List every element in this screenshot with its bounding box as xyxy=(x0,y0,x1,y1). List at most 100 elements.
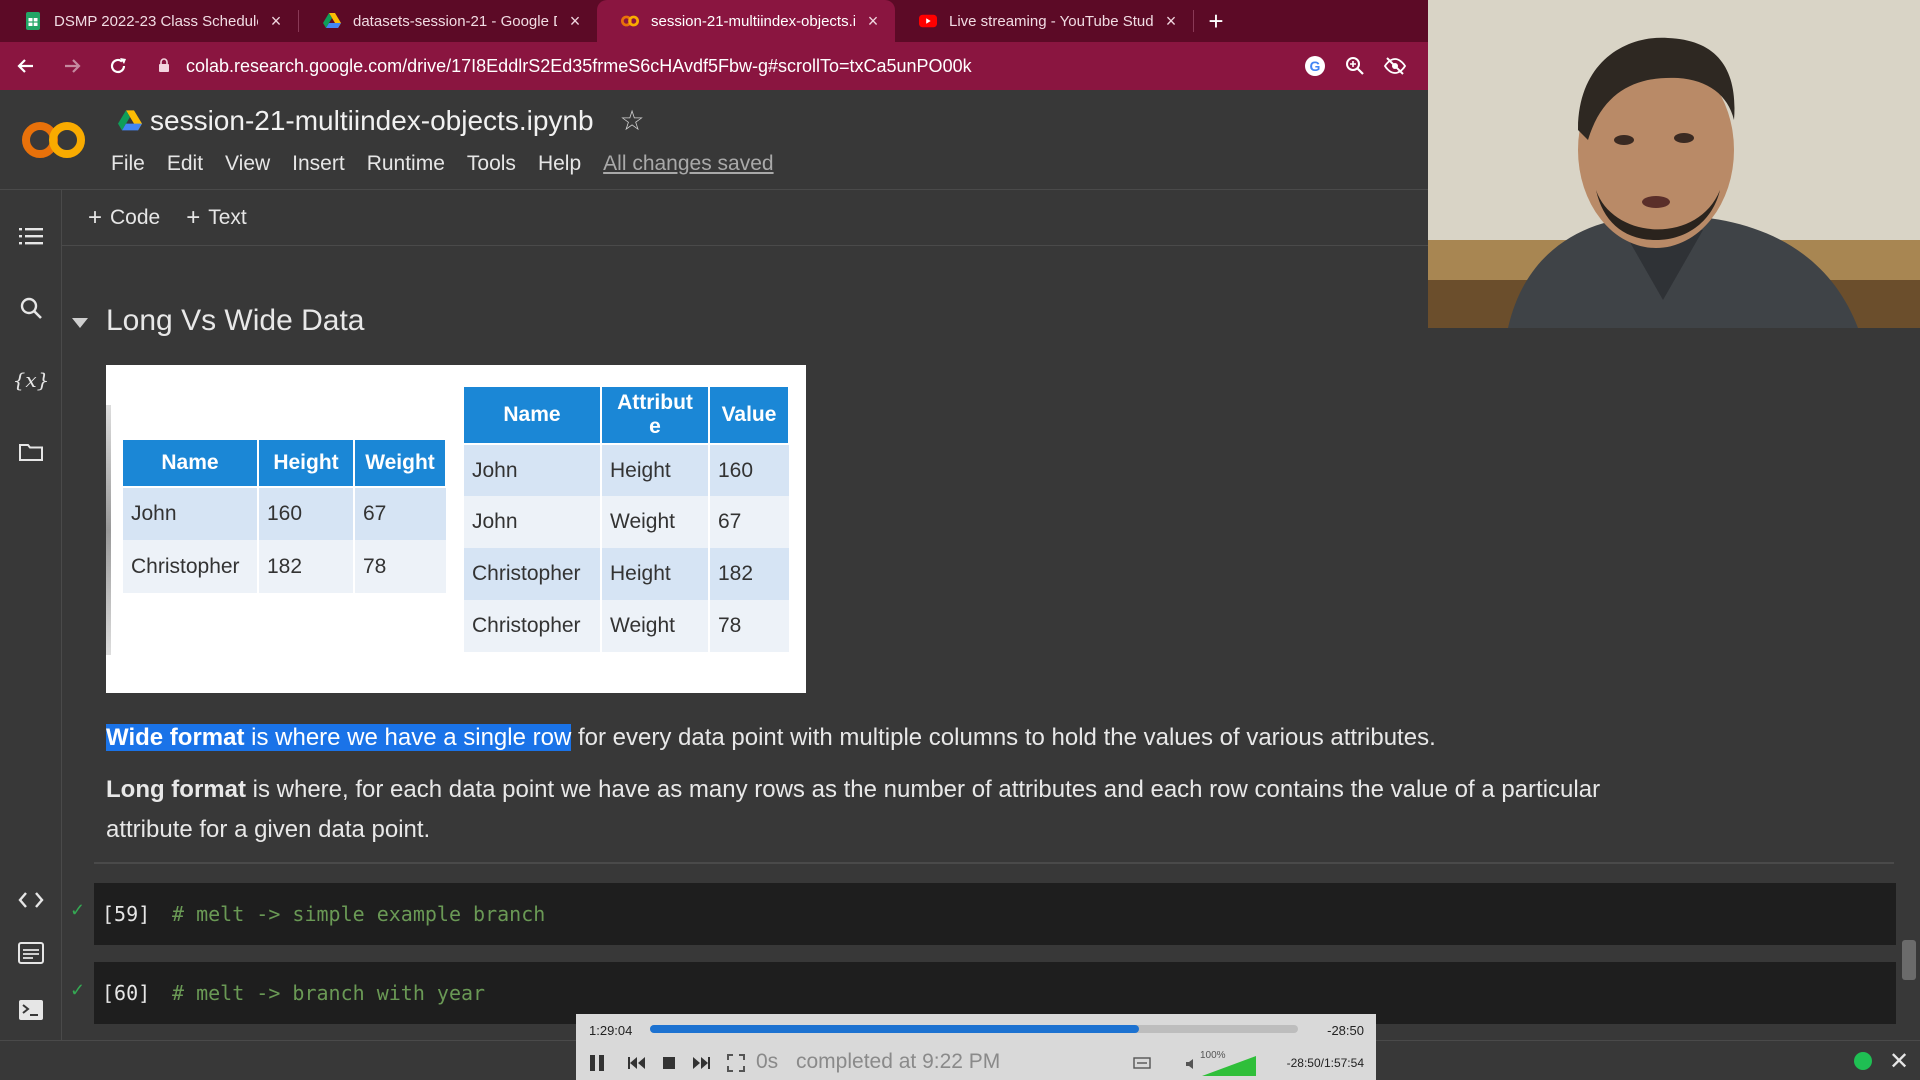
terminal-icon[interactable] xyxy=(17,996,45,1024)
tab-datasets-drive[interactable]: datasets-session-21 - Google Dri × xyxy=(299,0,597,42)
add-text-button[interactable]: + Text xyxy=(186,204,247,232)
paragraph-text: is where, for each data point we have as… xyxy=(106,776,1601,843)
table-row: Christopher Height 182 xyxy=(462,548,789,600)
notebook-title-row: session-21-multiindex-objects.ipynb ☆ xyxy=(118,104,645,137)
volume-slider[interactable]: 100% xyxy=(1186,1050,1256,1076)
wide-format-table: Name Height Weight John 160 67 Christoph… xyxy=(121,438,447,593)
menu-runtime[interactable]: Runtime xyxy=(367,152,445,176)
tab-class-schedule[interactable]: DSMP 2022-23 Class Schedule - G × xyxy=(0,0,298,42)
pause-icon[interactable] xyxy=(586,1052,608,1074)
star-icon[interactable]: ☆ xyxy=(620,104,645,137)
save-status[interactable]: All changes saved xyxy=(603,152,773,176)
table-cell: John xyxy=(121,487,258,540)
svg-text:G: G xyxy=(1310,58,1321,74)
menu-file[interactable]: File xyxy=(111,152,145,176)
close-tab-icon[interactable]: × xyxy=(1161,11,1181,32)
menu-edit[interactable]: Edit xyxy=(167,152,203,176)
table-row: John Height 160 xyxy=(462,444,789,496)
colab-logo[interactable] xyxy=(20,112,88,168)
table-cell: Christopher xyxy=(462,548,601,600)
code-snippets-icon[interactable] xyxy=(17,886,45,914)
drive-icon[interactable] xyxy=(118,109,142,132)
youtube-icon xyxy=(919,12,937,30)
table-row: Christopher Weight 78 xyxy=(462,600,789,652)
colab-header: session-21-multiindex-objects.ipynb ☆ Fi… xyxy=(0,90,1428,190)
menu-help[interactable]: Help xyxy=(538,152,581,176)
stretch-icon[interactable] xyxy=(1132,1052,1152,1074)
table-cell: 160 xyxy=(257,487,354,540)
long-format-paragraph: Long format is where, for each data poin… xyxy=(106,770,1666,850)
plus-icon: + xyxy=(186,203,201,231)
table-cell: Weight xyxy=(600,600,709,652)
code-text: # melt -> simple example branch xyxy=(172,902,546,926)
table-cell: Christopher xyxy=(462,600,601,652)
table-cell: Height xyxy=(600,444,709,496)
command-palette-icon[interactable] xyxy=(17,939,45,967)
lock-icon xyxy=(158,57,170,75)
long-format-table: Name Attribut e Value John Height 160 Jo… xyxy=(462,385,790,652)
stop-icon[interactable] xyxy=(658,1052,680,1074)
code-cell[interactable]: [59] # melt -> simple example branch xyxy=(94,883,1896,945)
table-cell: Weight xyxy=(600,496,709,548)
close-icon[interactable]: ✕ xyxy=(1889,1047,1909,1076)
seek-bar[interactable] xyxy=(650,1025,1298,1033)
seek-bar-fill xyxy=(650,1025,1140,1033)
run-success-icon: ✓ xyxy=(70,900,86,920)
forward-arrow-icon[interactable] xyxy=(52,46,92,86)
table-cell: Height xyxy=(600,548,709,600)
variables-icon[interactable]: {x} xyxy=(11,366,51,394)
table-of-contents-icon[interactable] xyxy=(17,222,45,250)
tab-title: Live streaming - YouTube Studio xyxy=(949,12,1153,30)
tab-title: session-21-multiindex-objects.ipy xyxy=(651,12,855,30)
wide-vs-long-image: Name Height Weight John 160 67 Christoph… xyxy=(106,365,806,693)
tab-title: datasets-session-21 - Google Dri xyxy=(353,12,557,30)
video-player-controls: 1:29:04 -28:50 0s completed at 9:22 PM 1… xyxy=(576,1014,1376,1080)
execution-time: 0s xyxy=(756,1050,779,1073)
folder-icon[interactable] xyxy=(17,438,45,466)
new-tab-button[interactable]: + xyxy=(1194,0,1238,42)
table-cell: 67 xyxy=(708,496,789,548)
webcam-overlay xyxy=(1428,0,1920,328)
tab-colab-notebook[interactable]: session-21-multiindex-objects.ipy × xyxy=(597,0,895,42)
close-tab-icon[interactable]: × xyxy=(565,11,585,32)
url-field[interactable]: colab.research.google.com/drive/17I8Eddl… xyxy=(158,48,1302,84)
plus-icon: + xyxy=(88,203,103,231)
browser-tab-strip: DSMP 2022-23 Class Schedule - G × datase… xyxy=(0,0,1428,42)
elapsed-time: 1:29:04 xyxy=(589,1023,633,1038)
execution-status: completed at 9:22 PM xyxy=(796,1050,1001,1073)
url-text: colab.research.google.com/drive/17I8Eddl… xyxy=(186,55,972,76)
close-tab-icon[interactable]: × xyxy=(863,11,883,32)
close-tab-icon[interactable]: × xyxy=(266,11,286,32)
collapse-section-icon[interactable] xyxy=(72,318,88,328)
table-row: John Weight 67 xyxy=(462,496,789,548)
add-code-button[interactable]: + Code xyxy=(88,204,160,232)
table-cell: Christopher xyxy=(121,540,258,593)
execution-count: [60] xyxy=(102,981,151,1005)
next-icon[interactable] xyxy=(690,1052,712,1074)
execution-count: [59] xyxy=(102,902,151,926)
menu-tools[interactable]: Tools xyxy=(467,152,516,176)
code-text: # melt -> branch with year xyxy=(172,981,486,1005)
tab-youtube-studio[interactable]: Live streaming - YouTube Studio × xyxy=(895,0,1193,42)
colab-icon xyxy=(621,12,639,30)
previous-icon[interactable] xyxy=(626,1052,648,1074)
table-header: Name xyxy=(121,438,259,488)
scrollbar-thumb[interactable] xyxy=(1902,940,1916,980)
zoom-icon[interactable] xyxy=(1342,53,1368,79)
menu-insert[interactable]: Insert xyxy=(292,152,345,176)
table-cell: 160 xyxy=(708,444,789,496)
table-header: Height xyxy=(257,438,355,488)
menu-view[interactable]: View xyxy=(225,152,270,176)
table-cell: John xyxy=(462,444,601,496)
selected-text: Wide format is where we have a single ro… xyxy=(106,724,572,751)
google-g-icon[interactable]: G xyxy=(1302,53,1328,79)
wide-format-paragraph: Wide format is where we have a single ro… xyxy=(106,718,1666,758)
bold-term: Wide format xyxy=(106,724,245,751)
reload-icon[interactable] xyxy=(98,46,138,86)
add-code-label: Code xyxy=(110,205,161,229)
fullscreen-icon[interactable] xyxy=(726,1052,746,1074)
notebook-title[interactable]: session-21-multiindex-objects.ipynb xyxy=(150,105,594,137)
back-arrow-icon[interactable] xyxy=(6,46,46,86)
search-icon[interactable] xyxy=(17,294,45,322)
eye-off-icon[interactable] xyxy=(1382,53,1408,79)
